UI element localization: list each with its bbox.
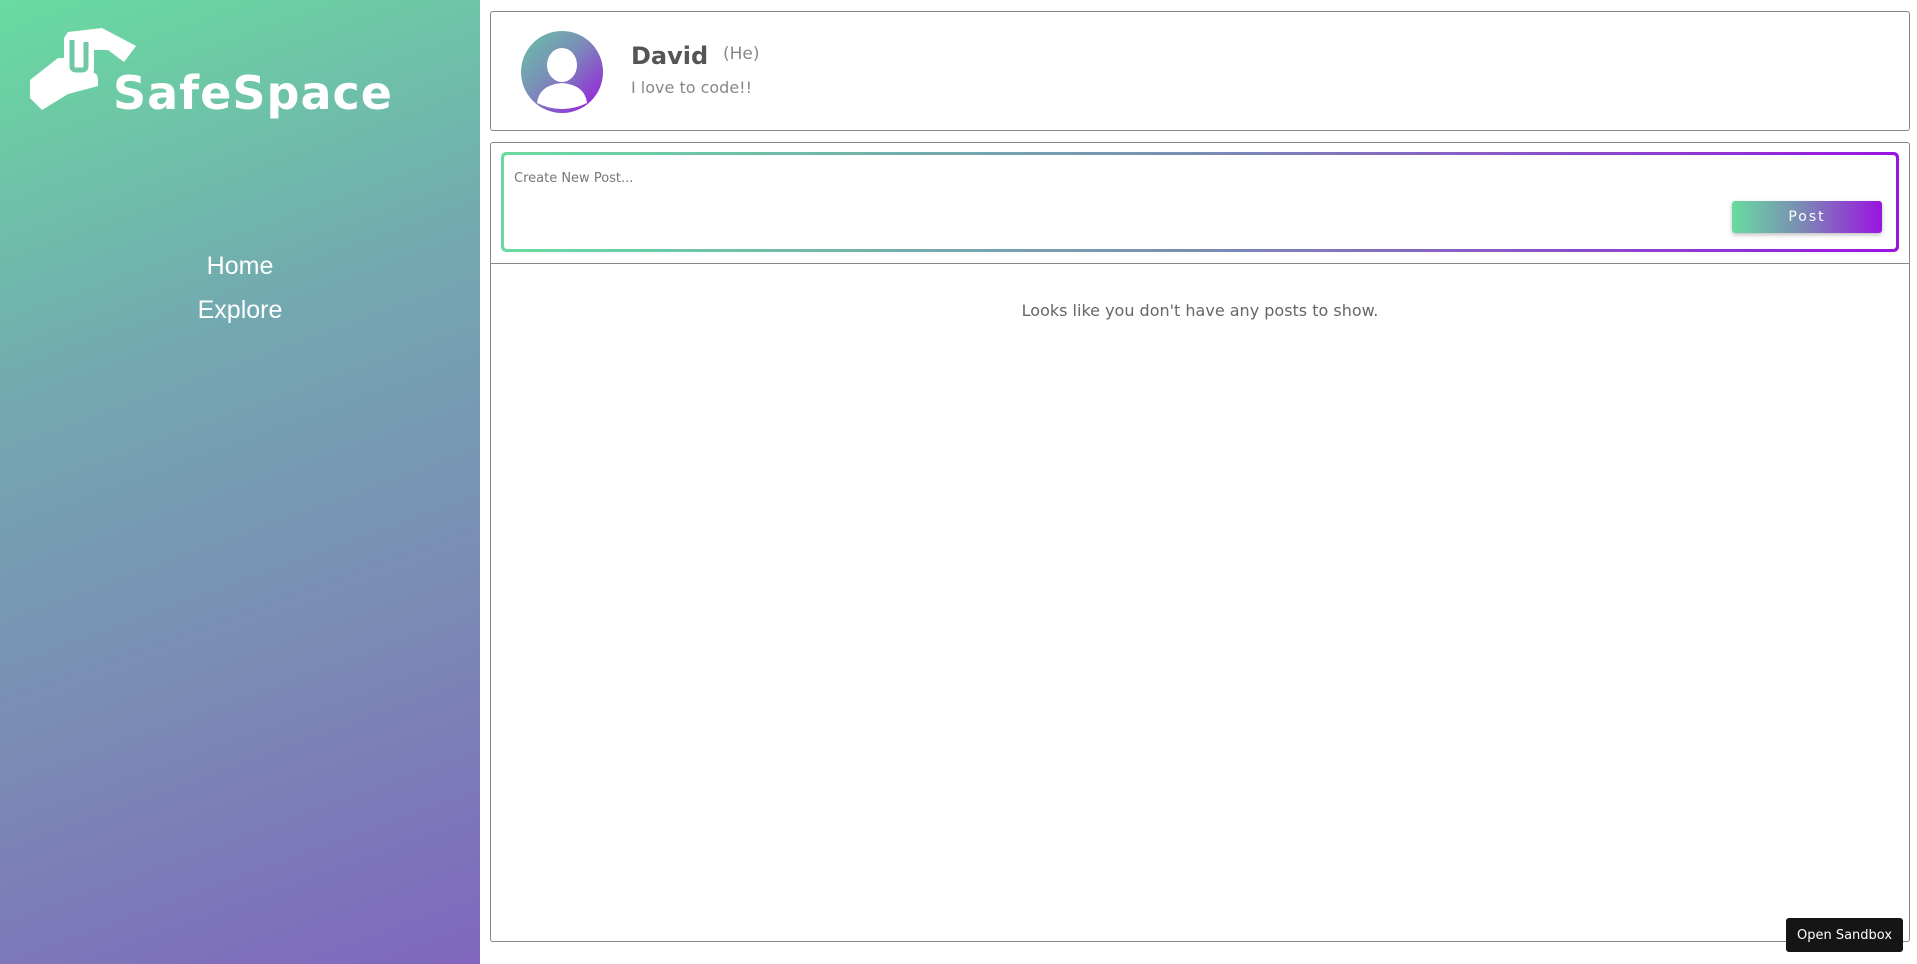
post-button[interactable]: Post xyxy=(1732,201,1882,233)
logo-text: SafeSpace xyxy=(113,66,393,120)
avatar[interactable] xyxy=(521,31,603,113)
empty-feed-message: Looks like you don't have any posts to s… xyxy=(1021,301,1379,320)
composer-inner: Post xyxy=(504,155,1896,249)
feed-panel: Post Looks like you don't have any posts… xyxy=(490,142,1910,942)
user-silhouette-icon xyxy=(537,48,587,109)
sidebar-nav: Home Explore xyxy=(0,244,480,332)
profile-name: David xyxy=(631,42,709,70)
app-root: SafeSpace Home Explore David (He) I love… xyxy=(0,0,1917,964)
logo[interactable]: SafeSpace xyxy=(28,28,392,123)
divider xyxy=(491,263,1909,264)
profile-card: David (He) I love to code!! xyxy=(490,11,1910,131)
nav-item-explore[interactable]: Explore xyxy=(0,288,480,332)
create-post-input[interactable] xyxy=(514,163,1714,193)
post-composer: Post xyxy=(501,152,1899,252)
profile-pronoun: (He) xyxy=(723,44,760,64)
nav-item-home[interactable]: Home xyxy=(0,244,480,288)
sidebar: SafeSpace Home Explore xyxy=(0,0,480,964)
open-sandbox-button[interactable]: Open Sandbox xyxy=(1786,918,1903,952)
profile-bio: I love to code!! xyxy=(631,78,752,97)
main-content: David (He) I love to code!! Post Looks l… xyxy=(480,0,1917,964)
